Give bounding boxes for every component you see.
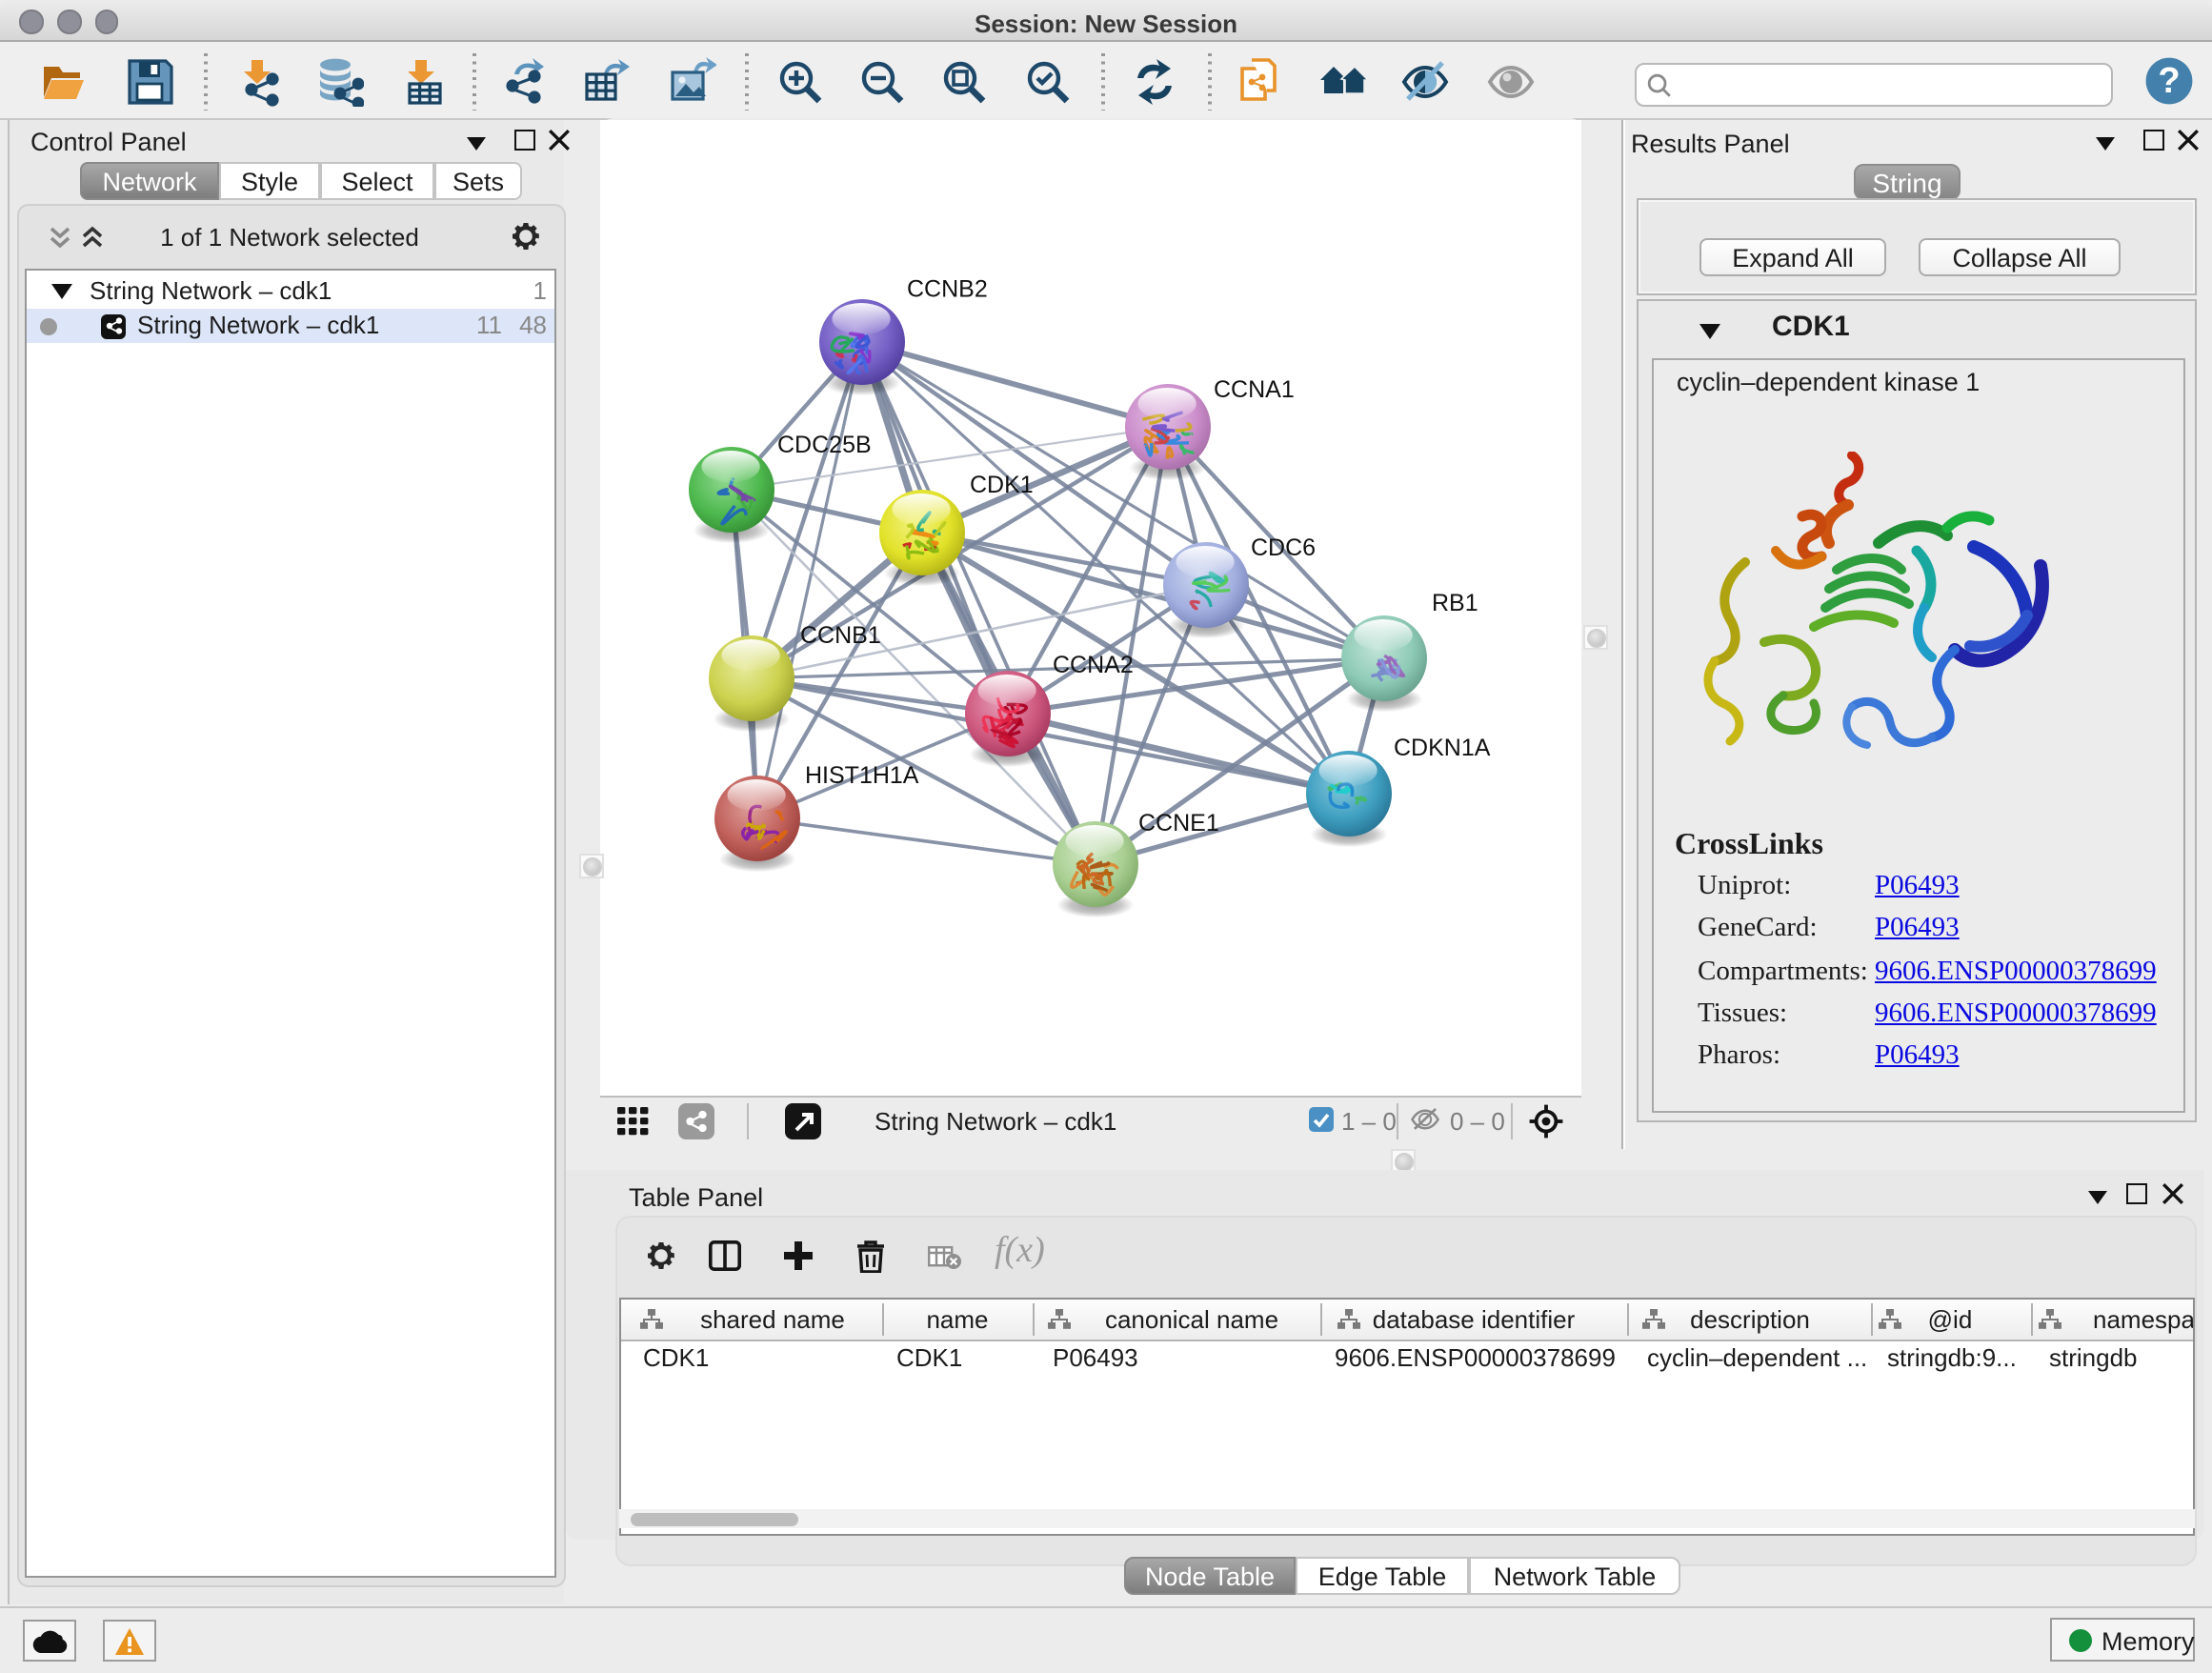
svg-text:?: ?	[2158, 61, 2180, 101]
svg-text:CDC25B: CDC25B	[777, 432, 872, 458]
svg-text:CCNA2: CCNA2	[1053, 652, 1134, 678]
svg-text:CCNA1: CCNA1	[1214, 376, 1295, 403]
svg-text:RB1: RB1	[1432, 590, 1478, 616]
svg-text:CCNB2: CCNB2	[907, 276, 988, 303]
svg-text:CDC6: CDC6	[1251, 534, 1316, 561]
svg-text:CDKN1A: CDKN1A	[1394, 735, 1491, 761]
svg-text:CDK1: CDK1	[970, 472, 1034, 498]
svg-text:HIST1H1A: HIST1H1A	[805, 762, 919, 789]
svg-text:CCNE1: CCNE1	[1138, 810, 1219, 836]
svg-text:CCNB1: CCNB1	[800, 622, 881, 649]
